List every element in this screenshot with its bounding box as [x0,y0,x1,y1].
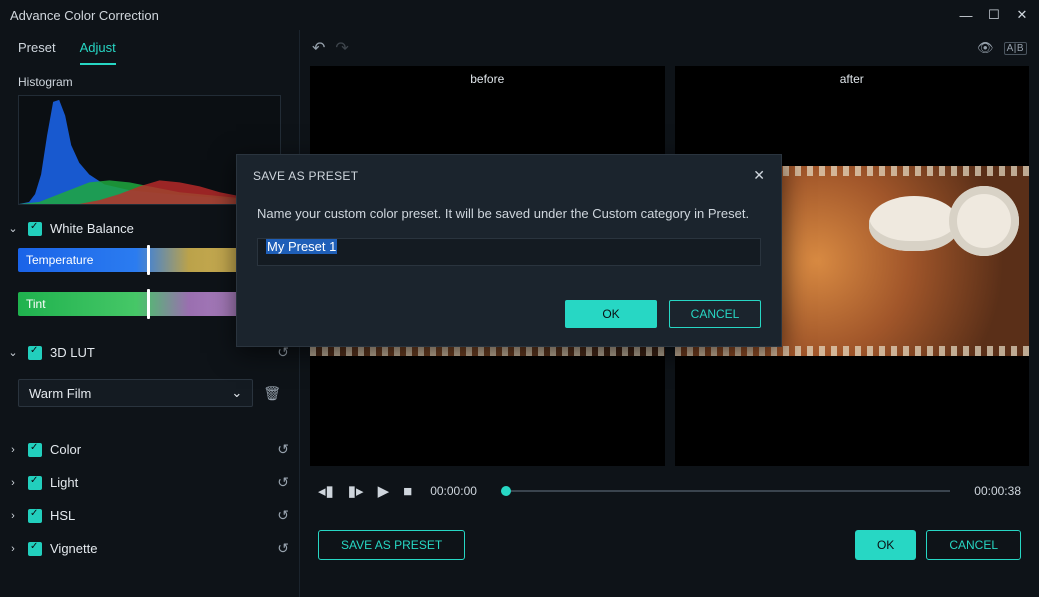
hsl-checkbox[interactable] [28,509,42,523]
tint-handle[interactable] [147,289,150,319]
close-icon[interactable]: ✕ [753,167,765,184]
cancel-button[interactable]: CANCEL [926,530,1021,560]
dialog-title: SAVE AS PRESET [253,169,753,183]
tab-preset[interactable]: Preset [18,40,56,65]
temperature-label: Temperature [26,253,93,267]
playhead[interactable] [501,486,511,496]
chevron-down-icon[interactable]: ⌄ [6,222,20,235]
reset-icon[interactable]: ↺ [277,441,289,458]
step-forward-button[interactable]: ▮▸ [348,482,364,500]
lut-checkbox[interactable] [28,346,42,360]
dialog-message: Name your custom color preset. It will b… [257,204,761,224]
ok-button[interactable]: OK [855,530,916,560]
lut-label: 3D LUT [50,345,269,360]
color-label: Color [50,442,269,457]
preset-name-input[interactable]: My Preset 1 [257,238,761,266]
light-label: Light [50,475,269,490]
hsl-label: HSL [50,508,269,523]
timeline-track[interactable] [501,490,950,492]
skip-back-button[interactable]: ◂▮ [318,482,334,500]
chevron-right-icon[interactable]: › [6,477,20,489]
dialog-cancel-button[interactable]: CANCEL [669,300,761,328]
maximize-button[interactable]: ☐ [987,8,1001,22]
window-title: Advance Color Correction [10,8,959,23]
eye-icon[interactable]: 👁 [977,40,994,56]
chevron-right-icon[interactable]: › [6,444,20,456]
play-button[interactable]: ▶ [378,482,390,500]
save-as-preset-button[interactable]: SAVE AS PRESET [318,530,465,560]
reset-icon[interactable]: ↺ [277,474,289,491]
lut-selected-value: Warm Film [29,386,91,401]
redo-button[interactable]: ↷ [335,38,348,58]
histogram-label: Histogram [0,65,299,93]
before-label: before [470,72,504,86]
tint-label: Tint [26,297,46,311]
after-label: after [840,72,864,86]
reset-icon[interactable]: ↺ [277,540,289,557]
compare-ab-button[interactable]: A|B [1004,42,1027,55]
dialog-ok-button[interactable]: OK [565,300,657,328]
temperature-handle[interactable] [147,245,150,275]
vignette-label: Vignette [50,541,269,556]
vignette-checkbox[interactable] [28,542,42,556]
reset-icon[interactable]: ↺ [277,507,289,524]
white-balance-checkbox[interactable] [28,222,42,236]
reset-icon[interactable]: ↺ [277,344,289,361]
close-window-button[interactable]: ✕ [1015,8,1029,22]
save-preset-dialog: SAVE AS PRESET ✕ Name your custom color … [236,154,782,347]
total-time: 00:00:38 [974,484,1021,498]
preset-name-value: My Preset 1 [266,239,337,254]
undo-button[interactable]: ↶ [312,38,325,58]
light-checkbox[interactable] [28,476,42,490]
chevron-right-icon[interactable]: › [6,543,20,555]
minimize-button[interactable]: — [959,8,973,22]
current-time: 00:00:00 [430,484,477,498]
chevron-down-icon: ⌄ [231,385,242,401]
stop-button[interactable]: ■ [403,483,412,500]
chevron-down-icon[interactable]: ⌄ [6,346,20,359]
chevron-right-icon[interactable]: › [6,510,20,522]
tab-adjust[interactable]: Adjust [80,40,116,65]
color-checkbox[interactable] [28,443,42,457]
trash-icon[interactable]: 🗑 [263,385,281,402]
lut-select[interactable]: Warm Film ⌄ [18,379,253,407]
